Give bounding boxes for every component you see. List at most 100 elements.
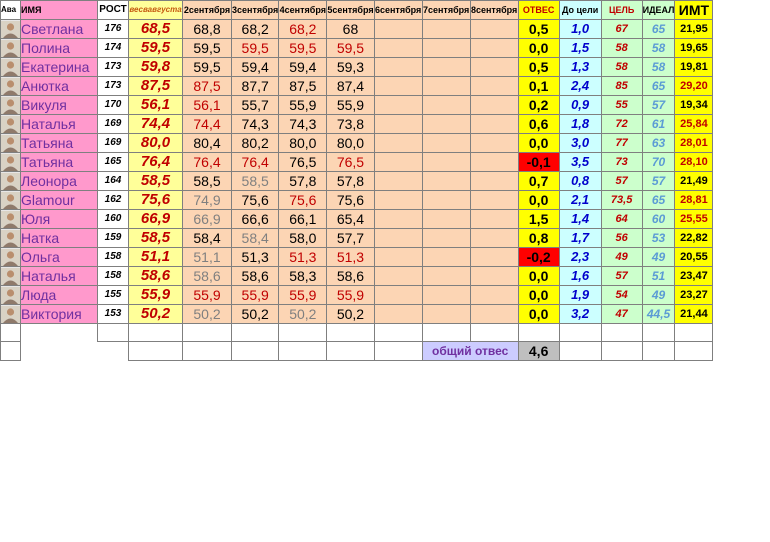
day-weight-cell[interactable]: 87,5 <box>182 76 232 96</box>
otves-cell[interactable]: 0,7 <box>517 171 560 191</box>
day-weight-cell[interactable]: 50,2 <box>182 304 232 324</box>
day-weight-cell[interactable] <box>373 285 423 305</box>
header-day-3[interactable]: 4сентября <box>278 0 328 20</box>
day-weight-cell[interactable]: 51,3 <box>326 247 375 267</box>
ideal-cell[interactable]: 51 <box>641 266 676 286</box>
height-cell[interactable]: 153 <box>97 304 129 324</box>
avatar[interactable] <box>0 304 21 324</box>
bmi-cell[interactable]: 21,44 <box>674 304 714 324</box>
bmi-cell[interactable]: 19,81 <box>674 57 714 77</box>
day-weight-cell[interactable]: 59,5 <box>278 38 328 58</box>
goal-cell[interactable]: 47 <box>600 304 643 324</box>
to-goal-cell[interactable]: 1,0 <box>558 19 602 39</box>
day-weight-cell[interactable] <box>469 38 519 58</box>
otves-cell[interactable]: 0,5 <box>517 57 560 77</box>
day-weight-cell[interactable]: 74,3 <box>278 114 328 134</box>
height-cell[interactable]: 158 <box>97 266 129 286</box>
header-ideal[interactable]: ИДЕАЛ <box>641 0 676 20</box>
day-weight-cell[interactable]: 59,5 <box>230 38 280 58</box>
empty-cell[interactable] <box>469 323 519 342</box>
participant-name[interactable]: Викуля <box>20 95 98 115</box>
goal-cell[interactable]: 57 <box>600 266 643 286</box>
day-weight-cell[interactable] <box>469 95 519 115</box>
start-weight-cell[interactable]: 75,6 <box>128 190 183 210</box>
otves-cell[interactable]: 0,6 <box>517 114 560 134</box>
header-day-4[interactable]: 5сентября <box>326 0 375 20</box>
header-start-weight[interactable]: весвавгуста <box>128 0 183 20</box>
day-weight-cell[interactable]: 55,9 <box>326 95 375 115</box>
day-weight-cell[interactable]: 58,6 <box>230 266 280 286</box>
bmi-cell[interactable]: 23,27 <box>674 285 714 305</box>
day-weight-cell[interactable]: 80,0 <box>326 133 375 153</box>
goal-cell[interactable]: 73 <box>600 152 643 172</box>
ideal-cell[interactable]: 61 <box>641 114 676 134</box>
height-cell[interactable]: 159 <box>97 228 129 248</box>
day-weight-cell[interactable]: 75,6 <box>230 190 280 210</box>
goal-cell[interactable]: 72 <box>600 114 643 134</box>
day-weight-cell[interactable]: 55,9 <box>230 285 280 305</box>
empty-cell[interactable] <box>558 323 602 342</box>
ideal-cell[interactable]: 65 <box>641 76 676 96</box>
height-cell[interactable]: 173 <box>97 76 129 96</box>
day-weight-cell[interactable]: 80,4 <box>182 133 232 153</box>
empty-cell[interactable] <box>600 323 643 342</box>
start-weight-cell[interactable]: 59,8 <box>128 57 183 77</box>
day-weight-cell[interactable] <box>373 304 423 324</box>
day-weight-cell[interactable]: 51,1 <box>182 247 232 267</box>
start-weight-cell[interactable]: 74,4 <box>128 114 183 134</box>
to-goal-cell[interactable]: 2,1 <box>558 190 602 210</box>
day-weight-cell[interactable] <box>373 95 423 115</box>
to-goal-cell[interactable]: 0,9 <box>558 95 602 115</box>
day-weight-cell[interactable] <box>373 190 423 210</box>
day-weight-cell[interactable] <box>421 171 471 191</box>
goal-cell[interactable]: 56 <box>600 228 643 248</box>
ideal-cell[interactable]: 49 <box>641 247 676 267</box>
participant-name[interactable]: Виктория <box>20 304 98 324</box>
participant-name[interactable]: Татьяна <box>20 152 98 172</box>
start-weight-cell[interactable]: 58,5 <box>128 171 183 191</box>
day-weight-cell[interactable]: 80,2 <box>230 133 280 153</box>
avatar[interactable] <box>0 171 21 191</box>
goal-cell[interactable]: 85 <box>600 76 643 96</box>
day-weight-cell[interactable]: 50,2 <box>326 304 375 324</box>
avatar[interactable] <box>0 133 21 153</box>
to-goal-cell[interactable]: 1,9 <box>558 285 602 305</box>
header-day-6[interactable]: 7сентября <box>421 0 471 20</box>
empty-cell[interactable] <box>97 323 129 342</box>
day-weight-cell[interactable] <box>421 285 471 305</box>
avatar[interactable] <box>0 247 21 267</box>
day-weight-cell[interactable]: 87,5 <box>278 76 328 96</box>
day-weight-cell[interactable] <box>373 228 423 248</box>
day-weight-cell[interactable]: 76,4 <box>182 152 232 172</box>
to-goal-cell[interactable]: 1,3 <box>558 57 602 77</box>
empty-cell[interactable] <box>20 323 98 342</box>
height-cell[interactable]: 170 <box>97 95 129 115</box>
ideal-cell[interactable]: 63 <box>641 133 676 153</box>
ideal-cell[interactable]: 58 <box>641 57 676 77</box>
participant-name[interactable]: Леонора <box>20 171 98 191</box>
goal-cell[interactable]: 57 <box>600 171 643 191</box>
day-weight-cell[interactable] <box>421 38 471 58</box>
avatar[interactable] <box>0 38 21 58</box>
empty-cell[interactable] <box>674 341 714 361</box>
ideal-cell[interactable]: 65 <box>641 190 676 210</box>
avatar[interactable] <box>0 152 21 172</box>
start-weight-cell[interactable]: 50,2 <box>128 304 183 324</box>
participant-name[interactable]: Анютка <box>20 76 98 96</box>
otves-cell[interactable]: 0,0 <box>517 266 560 286</box>
day-weight-cell[interactable]: 74,4 <box>182 114 232 134</box>
empty-cell[interactable] <box>373 341 423 361</box>
day-weight-cell[interactable] <box>373 38 423 58</box>
day-weight-cell[interactable]: 59,4 <box>278 57 328 77</box>
day-weight-cell[interactable] <box>421 76 471 96</box>
otves-cell[interactable]: 0,5 <box>517 19 560 39</box>
to-goal-cell[interactable]: 1,4 <box>558 209 602 229</box>
bmi-cell[interactable]: 19,34 <box>674 95 714 115</box>
empty-cell[interactable] <box>600 341 643 361</box>
day-weight-cell[interactable] <box>469 19 519 39</box>
otves-cell[interactable]: 1,5 <box>517 209 560 229</box>
day-weight-cell[interactable]: 58,5 <box>182 171 232 191</box>
start-weight-cell[interactable]: 68,5 <box>128 19 183 39</box>
empty-cell[interactable] <box>0 341 21 361</box>
height-cell[interactable]: 169 <box>97 133 129 153</box>
